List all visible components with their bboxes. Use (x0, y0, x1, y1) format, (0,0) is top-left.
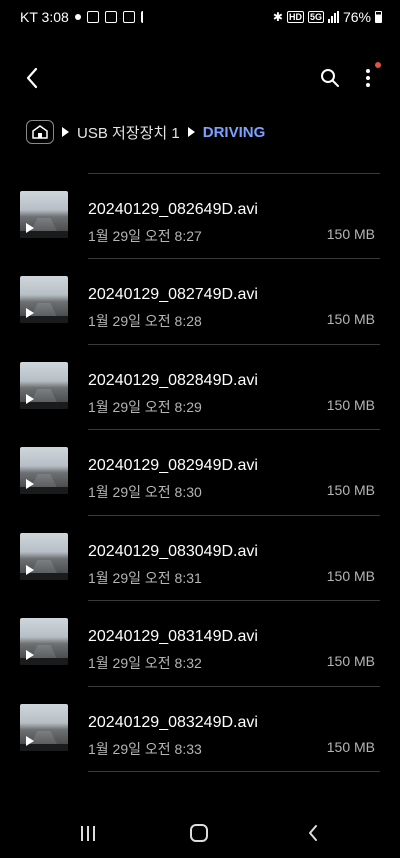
image-notification-icon (122, 11, 135, 23)
file-date: 1월 29일 오전 8:31 (88, 569, 202, 586)
file-list[interactable]: 20240129_082549D.avi1월 29일 오전 8:26150 MB… (0, 160, 400, 810)
chevron-left-icon (26, 67, 38, 89)
navigation-bar (0, 810, 400, 858)
app-bar (0, 52, 400, 104)
row-divider (88, 771, 380, 772)
breadcrumb-item-driving[interactable]: DRIVING (203, 124, 266, 141)
file-size: 150 MB (326, 396, 375, 413)
signal-icon (327, 11, 339, 23)
video-thumbnail (20, 276, 68, 323)
bluetooth-icon: ✱ (272, 10, 283, 24)
play-icon (26, 222, 34, 233)
checkbox-notification-icon (104, 11, 117, 23)
play-icon (26, 308, 34, 318)
gallery-app-icon (86, 11, 99, 23)
file-name: 20240129_083049D.avi (88, 542, 258, 560)
file-row[interactable]: 20240129_083249D.avi 1월 29일 오전 8:33 150 MB (0, 687, 400, 772)
file-date: 1월 29일 오전 8:29 (88, 398, 202, 415)
back-icon (309, 825, 317, 841)
hd-badge: HD (286, 11, 304, 23)
file-name: 20240129_082949D.avi (88, 457, 258, 474)
play-icon (26, 393, 34, 404)
video-thumbnail (20, 190, 68, 238)
back-button[interactable] (18, 64, 46, 92)
file-row[interactable]: 20240129_082749D.avi 1월 29일 오전 8:28 150 MB (0, 259, 400, 345)
file-row[interactable]: 20240129_083049D.avi 1월 29일 오전 8:31 150 MB (0, 516, 400, 601)
file-size: 150 MB (326, 225, 375, 242)
breadcrumb-separator-icon (187, 127, 195, 137)
play-icon (26, 564, 34, 575)
battery-percent: 76% (342, 9, 371, 25)
file-date: 1월 29일 오전 8:32 (88, 655, 202, 671)
file-size: 150 MB (326, 567, 375, 584)
file-name: 20240129_082849D.avi (88, 371, 258, 389)
file-date: 1월 29일 오전 8:28 (88, 313, 202, 329)
play-icon (26, 650, 34, 660)
file-list-content: 20240129_082549D.avi1월 29일 오전 8:26150 MB… (0, 160, 400, 772)
status-bar: KT 3:08 ✱ HD 5G 76% (0, 0, 400, 36)
file-size: 150 MB (326, 653, 375, 669)
status-left: KT 3:08 (20, 9, 149, 25)
search-icon (321, 69, 339, 87)
file-size: 150 MB (326, 482, 375, 498)
search-button[interactable] (316, 64, 344, 92)
carrier-time: KT 3:08 (20, 9, 69, 25)
file-name: 20240129_083149D.avi (88, 628, 258, 645)
breadcrumb-item-usb[interactable]: USB 저장장치 1 (77, 122, 180, 143)
file-row[interactable]: 20240129_082549D.avi1월 29일 오전 8:26150 MB (0, 160, 400, 174)
back-nav-button[interactable] (304, 824, 322, 842)
usb-icon (140, 11, 149, 23)
video-thumbnail (20, 703, 68, 751)
play-icon (26, 735, 34, 746)
file-size: 150 MB (326, 738, 375, 755)
breadcrumb: USB 저장장치 1 DRIVING (26, 118, 265, 146)
dot-icon (74, 14, 81, 20)
notification-dot (375, 62, 381, 68)
battery-icon (375, 11, 382, 23)
more-options-button[interactable] (354, 64, 382, 92)
home-folder-button[interactable] (26, 120, 54, 144)
file-name: 20240129_082749D.avi (88, 286, 258, 303)
file-name: 20240129_083249D.avi (88, 713, 258, 731)
network-5g-badge: 5G (307, 11, 324, 23)
file-name: 20240129_082649D.avi (88, 200, 258, 218)
status-right: ✱ HD 5G 76% (273, 9, 382, 25)
file-row[interactable]: 20240129_082949D.avi 1월 29일 오전 8:30 150 MB (0, 430, 400, 516)
video-thumbnail (20, 361, 68, 409)
recents-button[interactable] (78, 824, 98, 842)
file-row[interactable]: 20240129_082649D.avi 1월 29일 오전 8:27 150 MB (0, 174, 400, 259)
file-row[interactable]: 20240129_083149D.avi 1월 29일 오전 8:32 150 MB (0, 601, 400, 687)
home-folder-icon (32, 125, 48, 139)
file-size: 150 MB (326, 311, 375, 327)
file-date: 1월 29일 오전 8:27 (88, 227, 202, 244)
breadcrumb-separator-icon (62, 127, 69, 137)
video-thumbnail (20, 447, 68, 494)
more-vertical-icon (366, 69, 370, 87)
play-icon (26, 479, 34, 489)
video-thumbnail (20, 532, 68, 580)
file-date: 1월 29일 오전 8:30 (88, 484, 202, 500)
file-row[interactable]: 20240129_082849D.avi 1월 29일 오전 8:29 150 MB (0, 345, 400, 430)
home-button[interactable] (190, 824, 208, 842)
file-date: 1월 29일 오전 8:33 (88, 740, 202, 757)
video-thumbnail (20, 618, 68, 665)
